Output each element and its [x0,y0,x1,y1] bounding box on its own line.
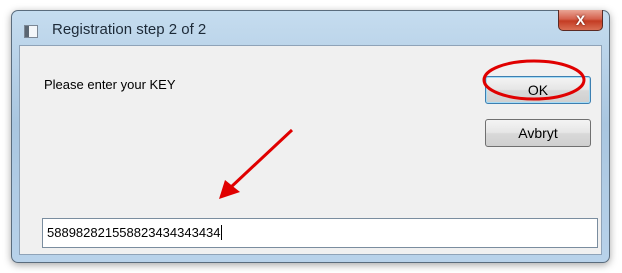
annotation-arrow-shaft [228,128,294,190]
annotation-overlay [219,59,586,199]
highlight-circle [482,59,586,101]
